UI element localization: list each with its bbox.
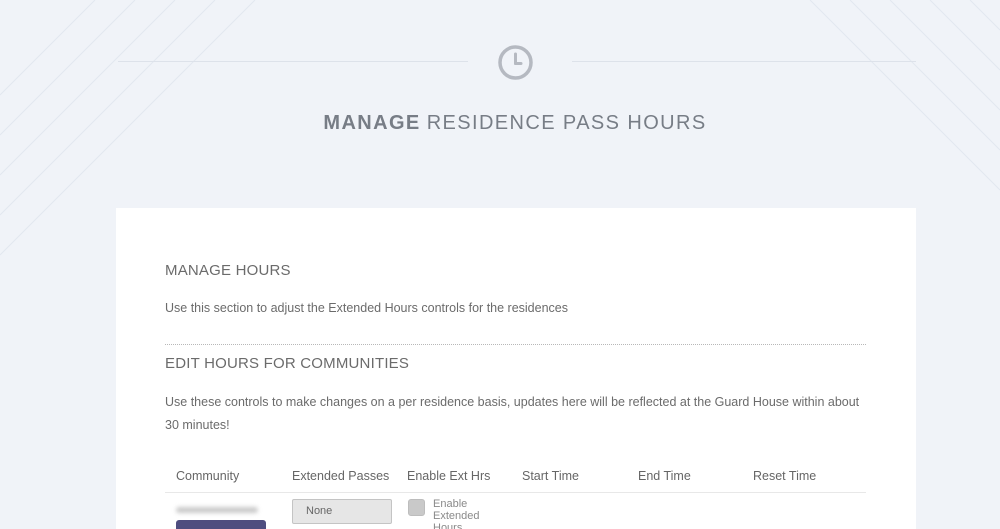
column-header-community: Community: [176, 469, 240, 483]
page-title-rest: RESIDENCE PASS HOURS: [426, 112, 707, 134]
clock-icon: [498, 45, 533, 80]
extended-passes-select[interactable]: None: [292, 499, 392, 524]
edit-hours-title: EDIT HOURS FOR COMMUNITIES: [165, 355, 410, 372]
edit-hours-description: Use these controls to make changes on a …: [165, 391, 859, 437]
header-rule-left: [118, 61, 468, 62]
community-name-redacted: [176, 507, 258, 513]
column-header-reset-time: Reset Time: [753, 469, 817, 483]
page: MANAGE RESIDENCE PASS HOURS MANAGE HOURS …: [0, 0, 1000, 529]
column-header-enable-ext-hrs: Enable Ext Hrs: [407, 469, 491, 483]
enable-extended-hours-checkbox[interactable]: [408, 499, 425, 516]
page-title: MANAGE RESIDENCE PASS HOURS: [0, 112, 1000, 135]
enable-extended-hours-label: Enable Extended Hours: [433, 498, 480, 529]
section-divider: [165, 344, 866, 345]
content-card: MANAGE HOURS Use this section to adjust …: [116, 208, 916, 529]
table-header-rule: [165, 492, 866, 493]
column-header-start-time: Start Time: [522, 469, 579, 483]
column-header-extended-passes: Extended Passes: [292, 469, 390, 483]
header-rule-right: [572, 61, 916, 62]
column-header-end-time: End Time: [638, 469, 691, 483]
community-action-button[interactable]: [176, 520, 266, 529]
manage-hours-description: Use this section to adjust the Extended …: [165, 301, 568, 315]
manage-hours-title: MANAGE HOURS: [165, 262, 291, 279]
edit-hours-description-line1: Use these controls to make changes on a …: [165, 395, 860, 409]
page-title-strong: MANAGE: [323, 112, 421, 134]
edit-hours-description-line2: 30 minutes!: [165, 418, 230, 432]
